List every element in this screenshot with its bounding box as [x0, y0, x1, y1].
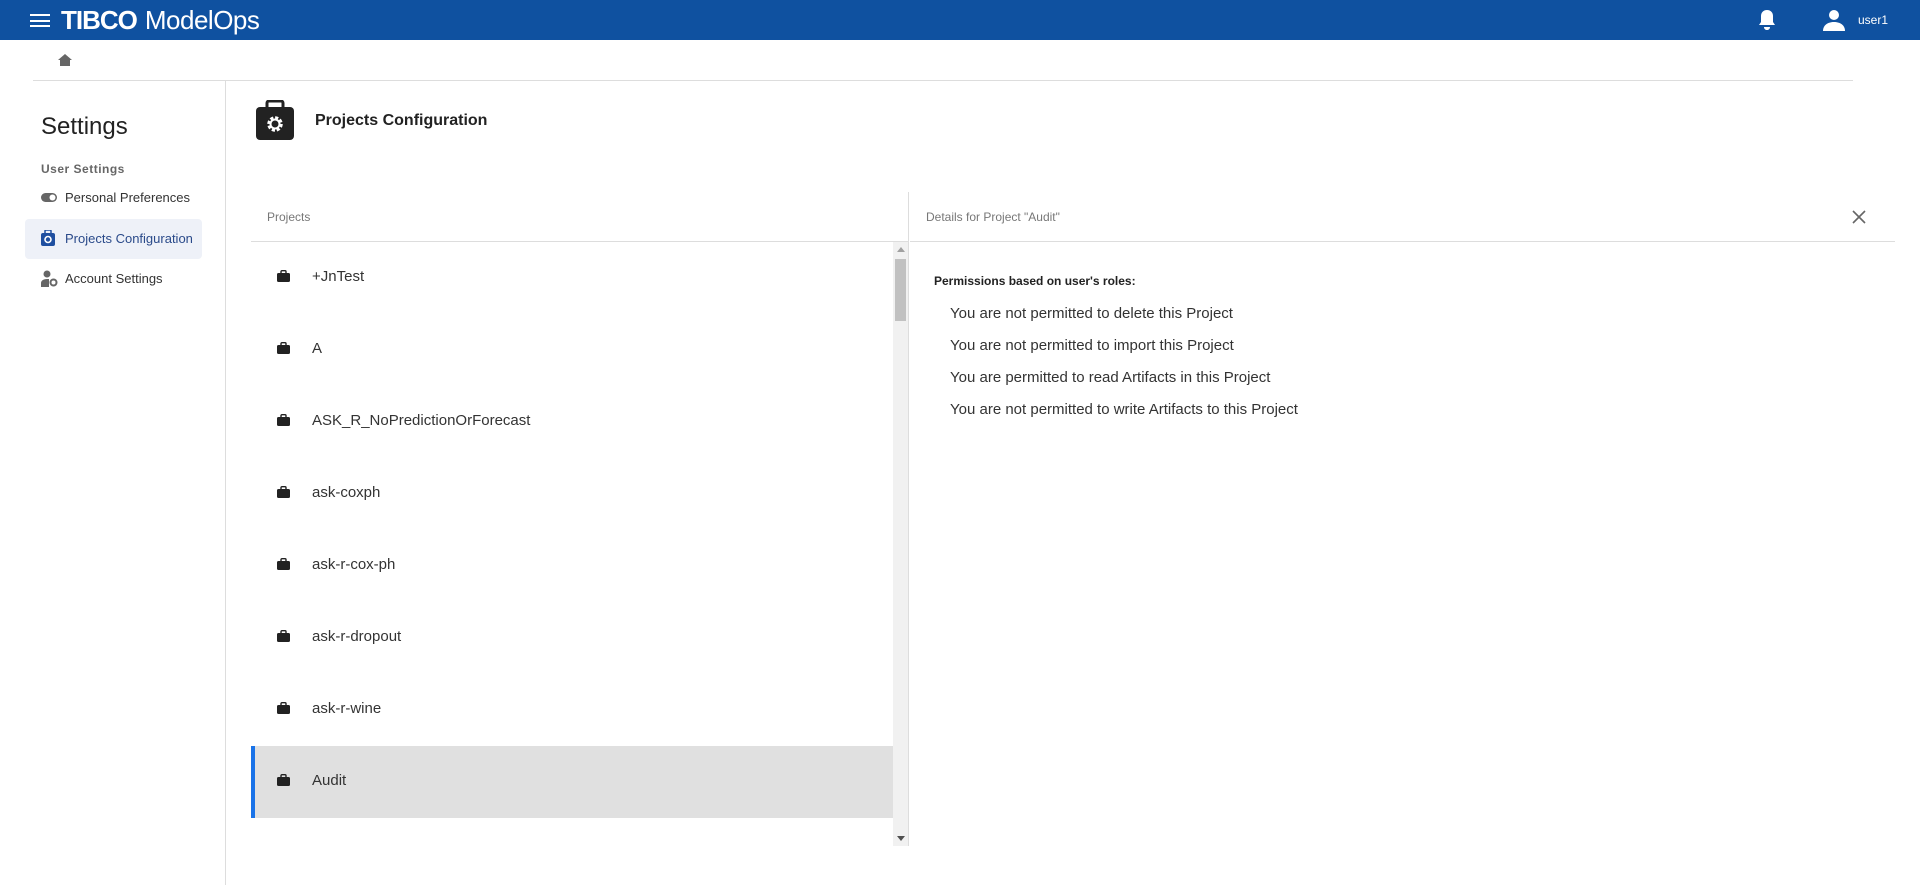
project-details-panel: Details for Project "Audit" Permissions … [910, 192, 1895, 846]
briefcase-icon [277, 414, 290, 426]
account-settings-icon [41, 270, 58, 287]
project-name: ask-r-dropout [312, 628, 402, 645]
close-icon[interactable] [1852, 210, 1866, 224]
username[interactable]: user1 [1858, 13, 1888, 27]
permission-item: You are not permitted to import this Pro… [950, 337, 1234, 354]
sidebar-item-account-settings[interactable]: Account Settings [25, 259, 202, 299]
bell-icon[interactable] [1758, 9, 1776, 31]
project-name: Audit [312, 772, 347, 789]
app-logo: TIBCO ModelOps [61, 5, 260, 35]
briefcase-icon [277, 702, 290, 714]
scrollbar-thumb[interactable] [895, 259, 906, 321]
project-row[interactable]: ask-coxph [251, 458, 893, 530]
project-name: +JnTest [312, 268, 365, 285]
project-gear-icon [41, 230, 55, 246]
scroll-up-icon[interactable] [897, 247, 905, 252]
project-row[interactable]: ask-r-wine [251, 674, 893, 746]
project-name: ask-coxph [312, 484, 381, 501]
permissions-label: Permissions based on user's roles: [934, 274, 1136, 288]
details-header: Details for Project "Audit" [910, 192, 1895, 242]
project-name: ASK_R_NoPredictionOrForecast [312, 412, 531, 429]
permission-item: You are not permitted to delete this Pro… [950, 305, 1233, 322]
briefcase-icon [277, 270, 290, 282]
divider [33, 80, 1853, 81]
project-name: ask-r-cox-ph [312, 556, 396, 573]
project-name: ask-r-wine [312, 700, 382, 717]
briefcase-icon [277, 342, 290, 354]
projects-list-panel: Projects +JnTest A ASK_R_NoPredictionOrFor… [251, 192, 909, 846]
home-icon[interactable] [58, 54, 72, 66]
project-row[interactable]: A [251, 314, 893, 386]
projects-list: +JnTest A ASK_R_NoPredictionOrForecast ask-… [251, 242, 893, 846]
briefcase-icon [277, 774, 290, 786]
project-name: A [312, 340, 323, 357]
sidebar-item-projects-configuration[interactable]: Projects Configuration [25, 219, 202, 259]
sidebar-title: Settings [41, 113, 128, 140]
user-icon[interactable] [1822, 9, 1846, 31]
section-label: User Settings [41, 162, 125, 176]
projects-configuration-icon [256, 100, 294, 140]
projects-header: Projects [251, 192, 908, 242]
briefcase-icon [277, 486, 290, 498]
scroll-down-icon[interactable] [897, 836, 905, 841]
sidebar-item-personal-preferences[interactable]: Personal Preferences [25, 178, 202, 218]
project-row[interactable]: ask-r-dropout [251, 602, 893, 674]
menu-icon[interactable] [30, 14, 50, 27]
scrollbar[interactable] [893, 242, 908, 846]
page-title: Projects Configuration [315, 112, 488, 129]
top-bar: TIBCO ModelOps user1 [0, 0, 1920, 40]
briefcase-icon [277, 558, 290, 570]
project-row[interactable]: ask-r-cox-ph [251, 530, 893, 602]
settings-sidebar: Settings User Settings Personal Preferen… [0, 81, 226, 885]
toggle-icon [41, 193, 57, 202]
project-row[interactable]: Audit [251, 746, 893, 818]
briefcase-icon [277, 630, 290, 642]
permission-item: You are permitted to read Artifacts in t… [950, 369, 1271, 386]
project-row[interactable]: ASK_R_NoPredictionOrForecast [251, 386, 893, 458]
project-row[interactable]: +JnTest [251, 242, 893, 314]
permission-item: You are not permitted to write Artifacts… [950, 401, 1298, 418]
